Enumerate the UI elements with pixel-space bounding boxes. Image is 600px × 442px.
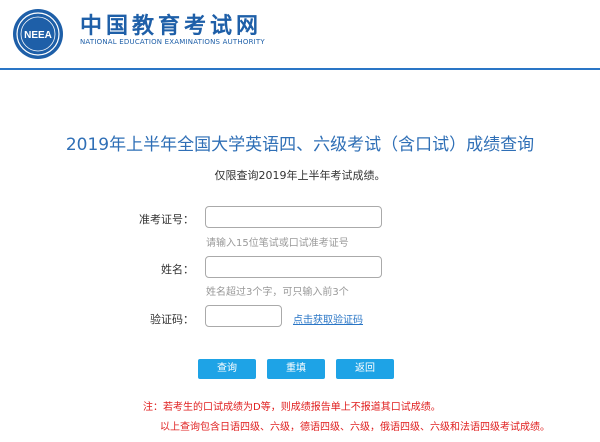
languages-note: 以上查询包含日语四级、六级，德语四级、六级，俄语四级、六级和法语四级考试成绩。 bbox=[160, 422, 550, 433]
reset-button[interactable]: 重填 bbox=[267, 359, 325, 379]
exam-id-input[interactable] bbox=[205, 206, 382, 228]
site-header: NEEA 中国教育考试网 NATIONAL EDUCATION EXAMINAT… bbox=[0, 0, 600, 68]
query-button[interactable]: 查询 bbox=[198, 359, 256, 379]
brand-name-cn[interactable]: 中国教育考试网 bbox=[80, 8, 262, 40]
name-hint: 姓名超过3个字，可只输入前3个 bbox=[206, 287, 349, 298]
brand-name-en: NATIONAL EDUCATION EXAMINATIONS AUTHORIT… bbox=[80, 38, 265, 46]
header-divider bbox=[0, 68, 600, 70]
name-label: 姓名： bbox=[161, 263, 194, 276]
name-input[interactable] bbox=[205, 256, 382, 278]
get-captcha-link[interactable]: 点击获取验证码 bbox=[293, 311, 363, 326]
captcha-label: 验证码： bbox=[150, 313, 194, 326]
query-scope-note: 仅限查询2019年上半年考试成绩。 bbox=[214, 169, 386, 182]
page-title: 2019年上半年全国大学英语四、六级考试（含口试）成绩查询 bbox=[65, 135, 535, 155]
oral-score-note: 注：若考生的口试成绩为D等，则成绩报告单上不报道其口试成绩。 bbox=[143, 402, 441, 413]
exam-id-label: 准考证号： bbox=[139, 213, 194, 226]
neea-logo-icon[interactable]: NEEA bbox=[12, 8, 64, 60]
exam-id-hint: 请输入15位笔试或口试准考证号 bbox=[206, 238, 349, 249]
logo-text: NEEA bbox=[24, 30, 52, 41]
captcha-input[interactable] bbox=[205, 305, 282, 327]
back-button[interactable]: 返回 bbox=[336, 359, 394, 379]
